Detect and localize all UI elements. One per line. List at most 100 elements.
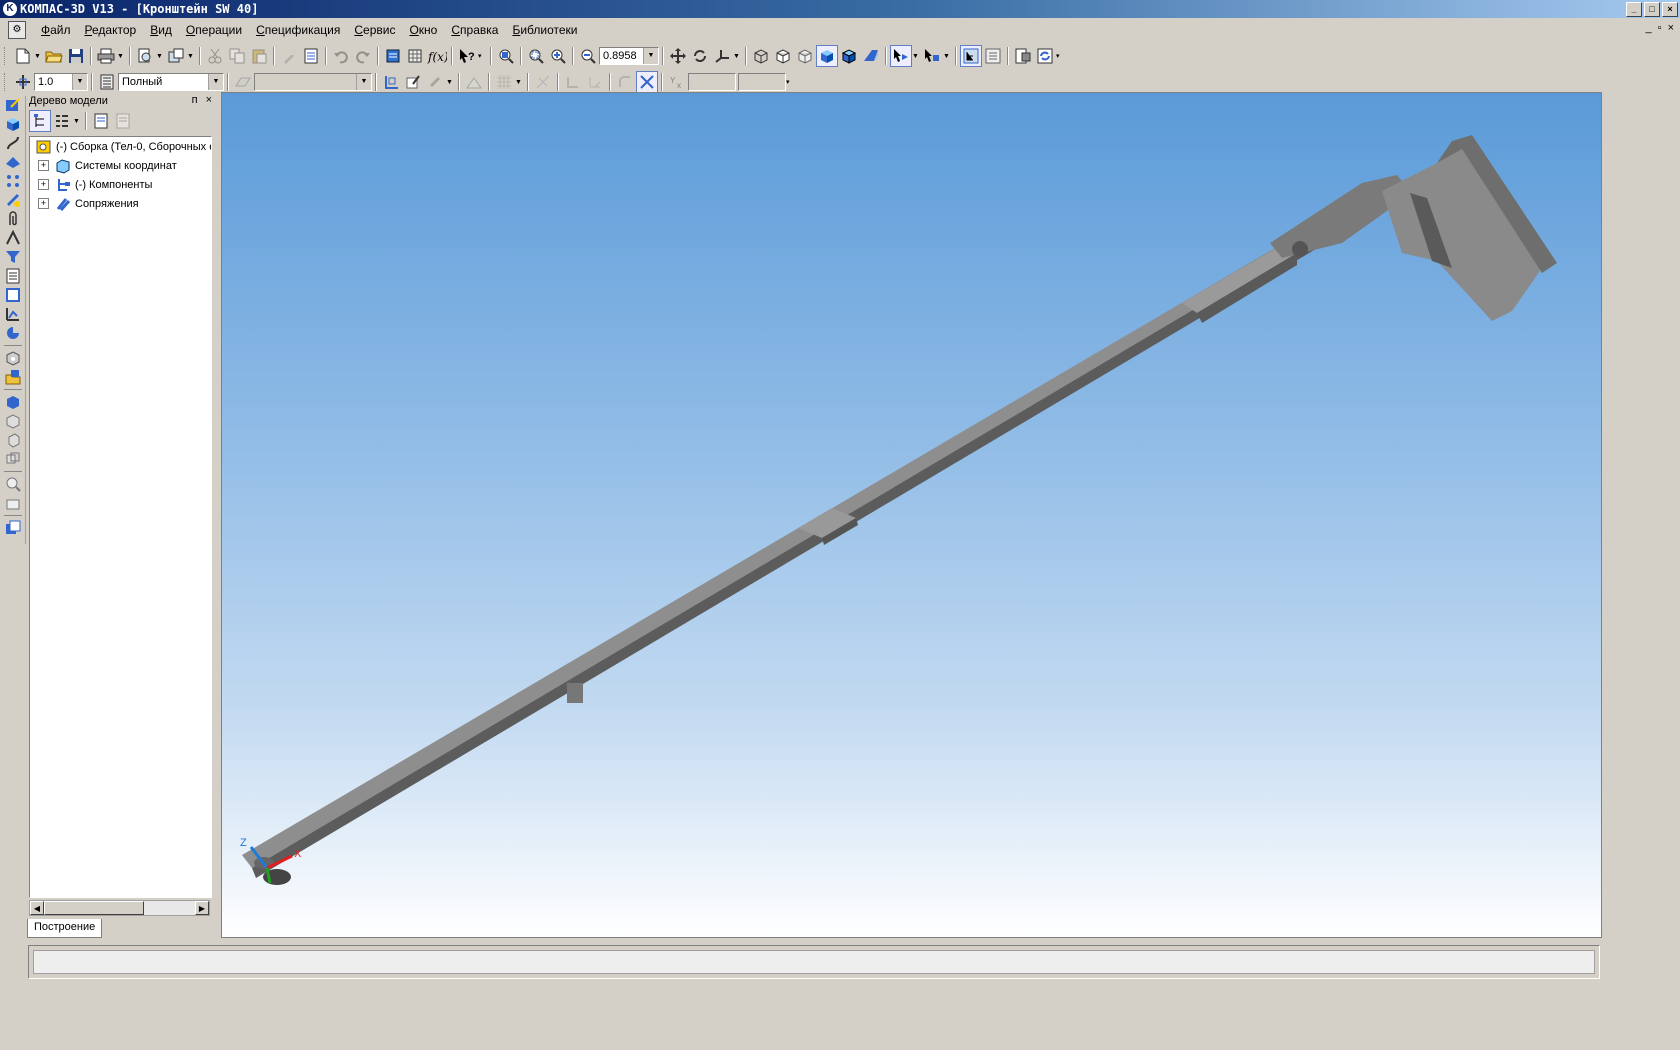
plane-button[interactable]: [232, 71, 254, 93]
menu-libraries[interactable]: Библиотеки: [505, 23, 584, 37]
cut-button[interactable]: [204, 45, 226, 67]
export-button[interactable]: [165, 45, 187, 67]
render-mode-button[interactable]: [96, 71, 118, 93]
zoom-in-button[interactable]: [547, 45, 569, 67]
more-arrow[interactable]: ▾: [478, 52, 485, 60]
menu-editor[interactable]: Редактор: [78, 23, 144, 37]
scroll-left-icon[interactable]: ◀: [30, 901, 44, 915]
render-mode-combo[interactable]: Полный ▼: [118, 73, 224, 91]
menu-file[interactable]: Файл: [34, 23, 78, 37]
tree-item-components[interactable]: + (-) Компоненты: [30, 175, 211, 194]
attach-dropdown-arrow[interactable]: ▼: [446, 79, 453, 86]
pan-button[interactable]: [667, 45, 689, 67]
normal-plane-button[interactable]: [463, 71, 485, 93]
export-dropdown-arrow[interactable]: ▼: [187, 53, 194, 60]
local-cs-button[interactable]: [380, 71, 402, 93]
print-button[interactable]: [95, 45, 117, 67]
rotate-component-button[interactable]: [3, 431, 23, 449]
menu-specification[interactable]: Спецификация: [249, 23, 347, 37]
diagnostics-button[interactable]: [3, 248, 23, 266]
coordinates-button[interactable]: Yx: [666, 71, 688, 93]
mass-button[interactable]: [3, 494, 23, 512]
menu-operations[interactable]: Операции: [179, 23, 249, 37]
chevron-down-icon[interactable]: ▼: [208, 74, 223, 90]
open-button[interactable]: [43, 45, 65, 67]
expand-icon[interactable]: +: [38, 198, 49, 209]
snap-button[interactable]: [532, 71, 554, 93]
toolbar-overflow-arrow[interactable]: ▾: [1056, 52, 1063, 60]
tree-mode-dropdown-arrow[interactable]: ▼: [73, 118, 80, 125]
sketch-button[interactable]: [402, 71, 424, 93]
tree-export-button[interactable]: [112, 110, 134, 132]
new-dropdown-arrow[interactable]: ▼: [34, 53, 41, 60]
pin-icon[interactable]: ᴨ: [192, 94, 198, 106]
round-button[interactable]: [614, 71, 636, 93]
spatial-curves-button[interactable]: [3, 134, 23, 152]
print-preview-button[interactable]: [134, 45, 156, 67]
expand-icon[interactable]: +: [38, 160, 49, 171]
zoom-all-button[interactable]: [495, 45, 517, 67]
attach-button[interactable]: [424, 71, 446, 93]
tree-toggle-button[interactable]: [960, 45, 982, 67]
close-icon[interactable]: ×: [206, 94, 212, 106]
solid-tools-button[interactable]: [3, 115, 23, 133]
collision-button[interactable]: [3, 450, 23, 468]
ortho-mode-button[interactable]: [584, 71, 606, 93]
hidden-lines-button[interactable]: [772, 45, 794, 67]
insert-component-button[interactable]: [3, 368, 23, 386]
grid-dropdown-arrow[interactable]: ▼: [515, 79, 522, 86]
library-button[interactable]: [3, 519, 23, 537]
arrays-button[interactable]: [3, 172, 23, 190]
y-coordinate-field[interactable]: [738, 73, 786, 91]
tree-doc-button[interactable]: [90, 110, 112, 132]
function-button[interactable]: f(x): [426, 45, 448, 67]
manager-button[interactable]: [382, 45, 404, 67]
reports-button[interactable]: [3, 286, 23, 304]
format-painter-button[interactable]: [278, 45, 300, 67]
thin-hidden-lines-button[interactable]: [794, 45, 816, 67]
menu-service[interactable]: Сервис: [347, 23, 402, 37]
filter-dropdown-arrow[interactable]: ▼: [912, 53, 919, 60]
preview-dropdown-arrow[interactable]: ▼: [156, 53, 163, 60]
chevron-down-icon[interactable]: ▼: [643, 48, 658, 64]
measure-button[interactable]: [3, 475, 23, 493]
zoom-value-combo[interactable]: 0.8958 ▼: [599, 47, 659, 65]
scroll-right-icon[interactable]: ▶: [195, 901, 209, 915]
expand-icon[interactable]: +: [38, 179, 49, 190]
elements-button[interactable]: [3, 305, 23, 323]
filter-button[interactable]: [890, 45, 912, 67]
menu-help[interactable]: Справка: [444, 23, 505, 37]
print-dropdown-arrow[interactable]: ▼: [117, 53, 124, 60]
undo-button[interactable]: [330, 45, 352, 67]
zoom-window-button[interactable]: [525, 45, 547, 67]
orientation-dropdown-arrow[interactable]: ▼: [733, 53, 740, 60]
mates-tools-button[interactable]: [3, 210, 23, 228]
aux-geometry-button[interactable]: [3, 191, 23, 209]
save-button[interactable]: [65, 45, 87, 67]
halftone-edges-button[interactable]: [838, 45, 860, 67]
orientation-button[interactable]: [711, 45, 733, 67]
parameters-button[interactable]: [982, 45, 1004, 67]
step-combo[interactable]: 1.0 ▼: [34, 73, 88, 91]
grid-step-button[interactable]: [12, 71, 34, 93]
halftone-button[interactable]: [816, 45, 838, 67]
dimensions-button[interactable]: [3, 229, 23, 247]
component-button[interactable]: [3, 349, 23, 367]
scroll-thumb[interactable]: [44, 901, 144, 915]
move-component-button[interactable]: [3, 412, 23, 430]
chevron-down-icon[interactable]: ▼: [72, 74, 87, 90]
redo-button[interactable]: [352, 45, 374, 67]
variables-button[interactable]: [404, 45, 426, 67]
tree-item-mates[interactable]: + Сопряжения: [30, 194, 211, 213]
properties-button[interactable]: [300, 45, 322, 67]
rebuild-button[interactable]: [1034, 45, 1056, 67]
mdi-restore-button[interactable]: ▫: [1658, 22, 1662, 34]
tree-mode-button[interactable]: [51, 110, 73, 132]
model-viewport[interactable]: Z X: [221, 92, 1602, 938]
menu-view[interactable]: Вид: [143, 23, 179, 37]
ortho-button[interactable]: [562, 71, 584, 93]
perspective-button[interactable]: [860, 45, 882, 67]
selection-dropdown-arrow[interactable]: ▼: [943, 53, 950, 60]
tree-item-assembly[interactable]: (-) Сборка (Тел-0, Сборочных е: [30, 137, 211, 156]
close-button[interactable]: ×: [1662, 2, 1678, 17]
